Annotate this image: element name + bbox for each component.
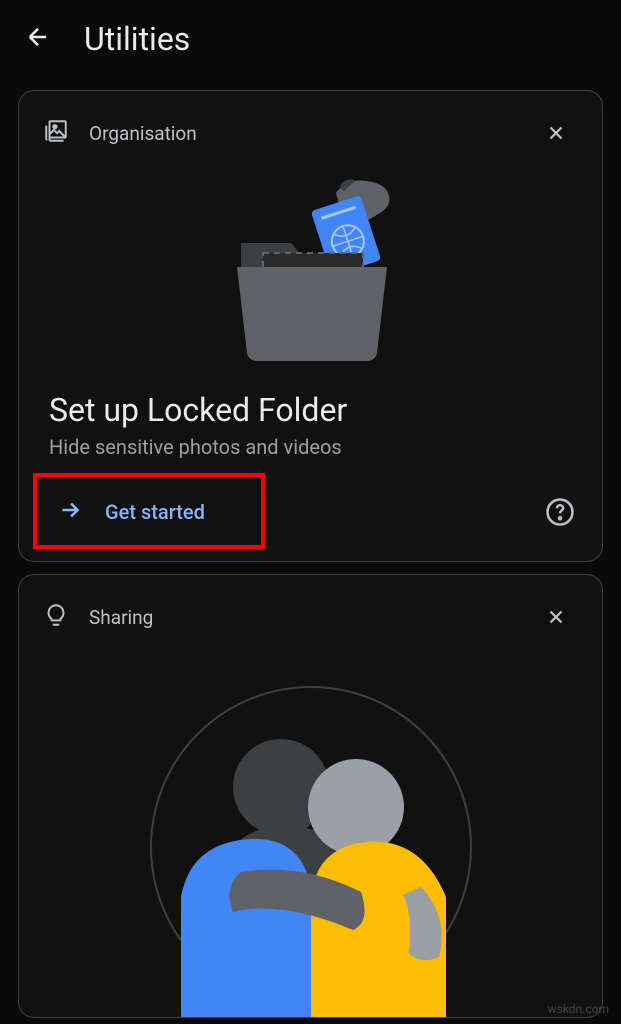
- close-button[interactable]: [534, 595, 578, 639]
- lightbulb-icon: [43, 602, 69, 632]
- arrow-right-icon: [57, 497, 83, 527]
- action-label: Get started: [105, 500, 205, 524]
- get-started-button[interactable]: Get started: [39, 483, 223, 541]
- app-header: Utilities: [0, 0, 621, 78]
- card-label: Sharing: [89, 606, 514, 629]
- close-button[interactable]: [534, 111, 578, 155]
- help-button[interactable]: [538, 490, 582, 534]
- card-footer: Get started: [19, 483, 602, 561]
- page-title: Utilities: [84, 20, 190, 58]
- card-header: Sharing: [19, 575, 602, 647]
- sharing-card: Sharing: [18, 574, 603, 1018]
- card-header: Organisation: [19, 91, 602, 163]
- photo-stack-icon: [43, 118, 69, 148]
- sharing-illustration: [19, 647, 602, 1017]
- organisation-card: Organisation Set up Lock: [18, 90, 603, 562]
- watermark: wskdn.com: [548, 1002, 609, 1016]
- locked-folder-illustration: [19, 163, 602, 383]
- card-subtitle: Hide sensitive photos and videos: [19, 435, 602, 483]
- card-label: Organisation: [89, 122, 514, 145]
- card-title: Set up Locked Folder: [19, 383, 602, 435]
- back-icon[interactable]: [24, 23, 52, 55]
